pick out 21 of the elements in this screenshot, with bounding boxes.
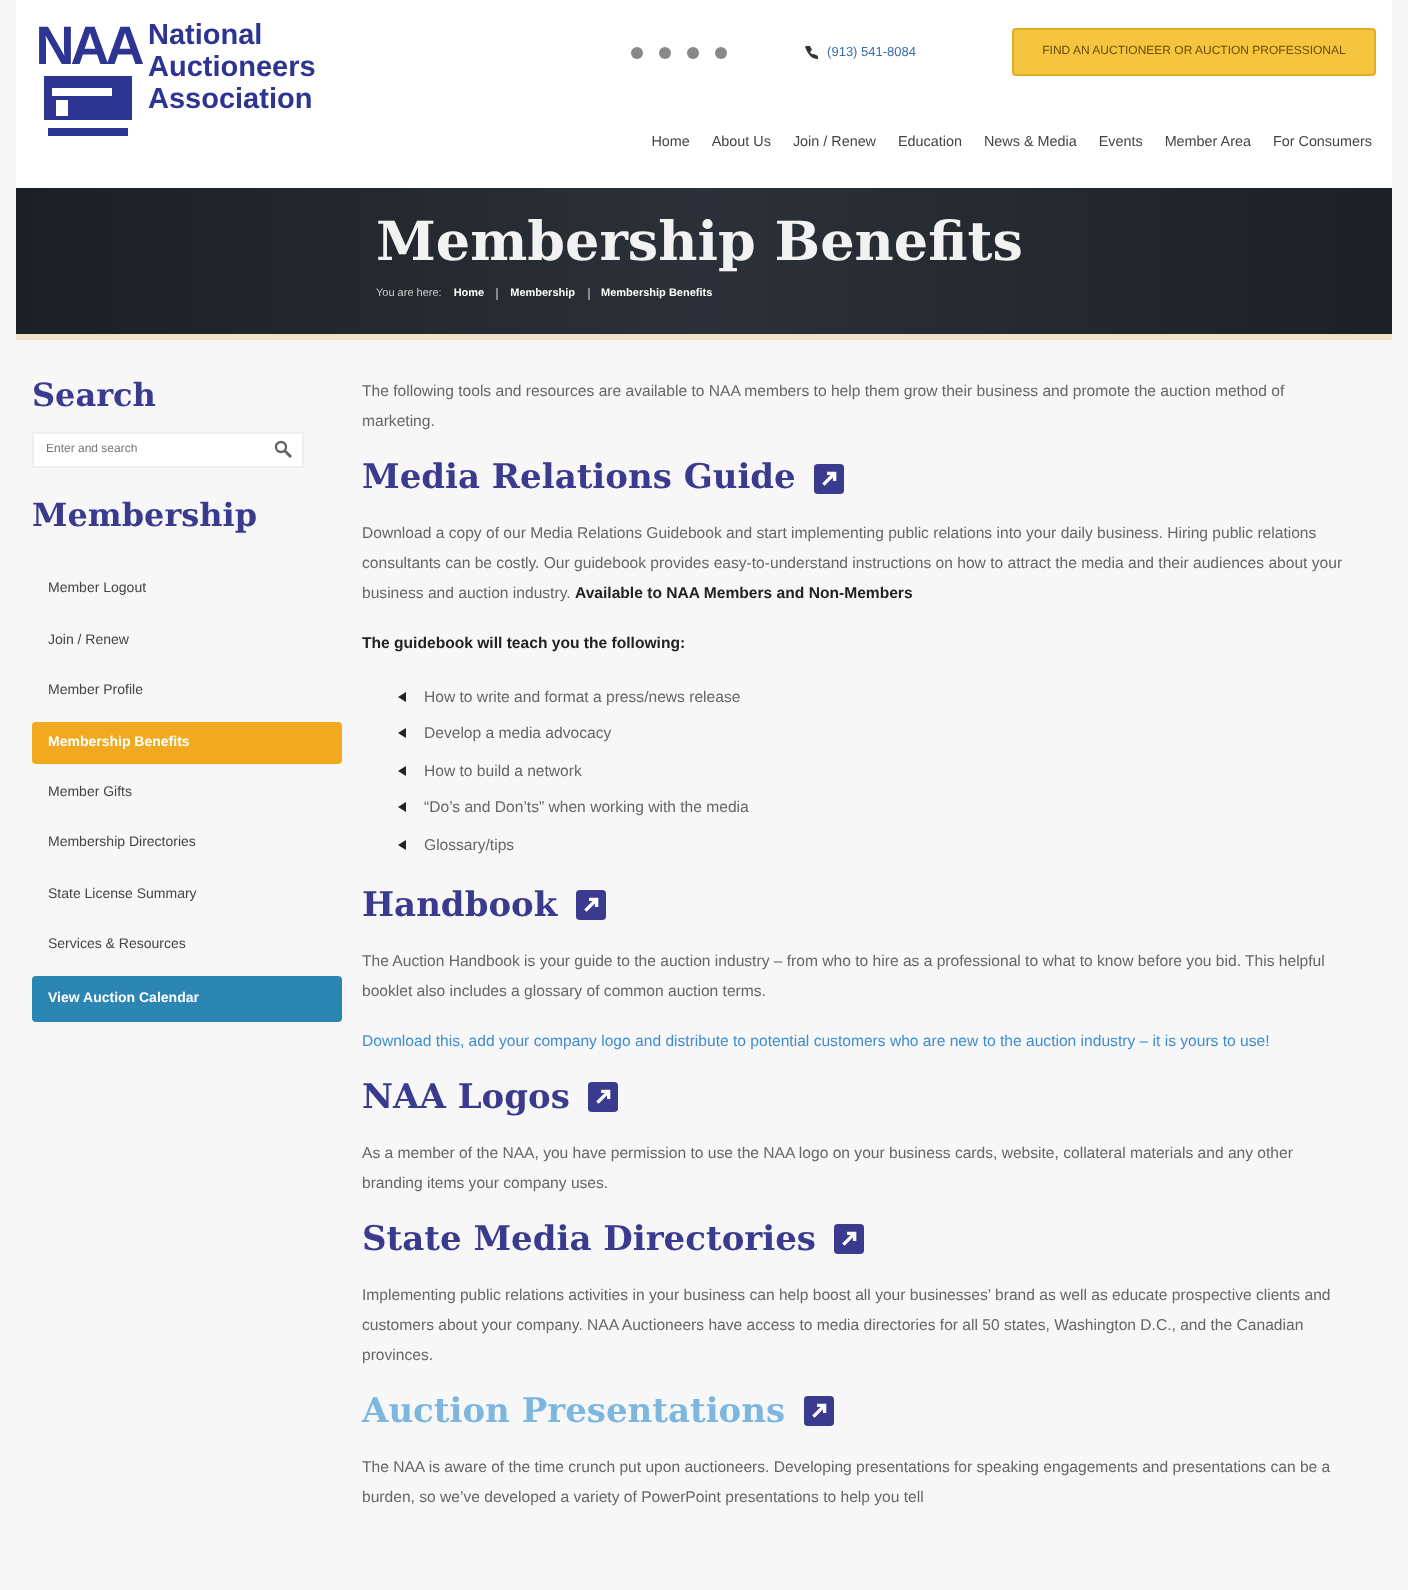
- section-heading[interactable]: Handbook: [362, 883, 558, 927]
- external-link-icon[interactable]: [803, 1396, 834, 1426]
- bullet-icon: [398, 802, 406, 813]
- bullet-icon: [398, 691, 406, 702]
- external-link-icon[interactable]: [833, 1224, 864, 1254]
- phone-icon: [803, 44, 820, 60]
- section-heading[interactable]: Media Relations Guide: [362, 456, 796, 500]
- section-heading[interactable]: State Media Directories: [362, 1217, 816, 1261]
- section-heading: Membership: [32, 496, 260, 536]
- page-title: Membership Benefits: [376, 212, 1025, 276]
- logo-mark[interactable]: NAA: [35, 20, 141, 72]
- external-link-icon[interactable]: [587, 1082, 618, 1112]
- logo-name[interactable]: National Auctioneers Association: [148, 20, 316, 116]
- bullet-icon: [398, 839, 406, 850]
- external-link-icon[interactable]: [575, 890, 606, 920]
- bullet-icon: [398, 728, 406, 739]
- external-link-icon[interactable]: [813, 463, 844, 493]
- search-icon[interactable]: [274, 440, 292, 458]
- bullet-icon: [398, 765, 406, 776]
- section-heading[interactable]: NAA Logos: [362, 1075, 570, 1119]
- search-heading: Search: [32, 376, 158, 416]
